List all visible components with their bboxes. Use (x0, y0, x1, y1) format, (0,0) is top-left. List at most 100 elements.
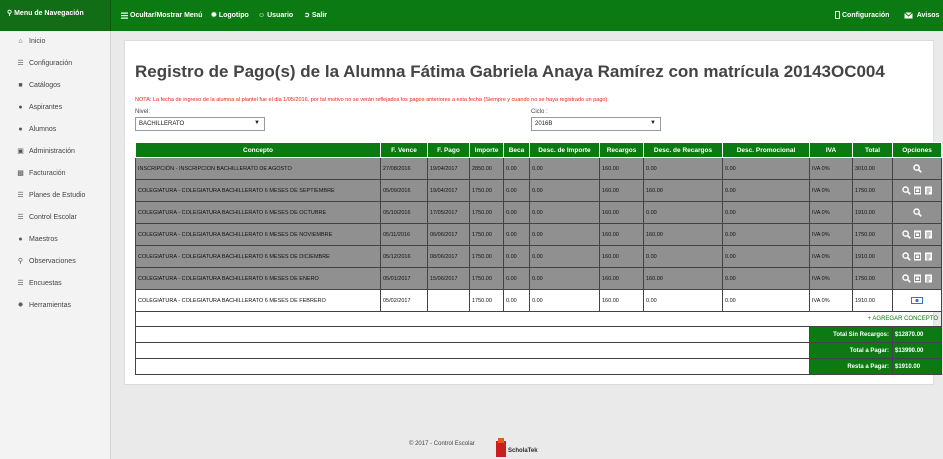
table-row: INSCRIPCIÓN - INSCRIPCION BACHILLERATO D… (135, 157, 942, 180)
cell-importe: 1750.00 (469, 289, 504, 312)
cell-importe: 1750.00 (469, 223, 504, 246)
sidebar-item-maestros[interactable]: ● Maestros (0, 229, 110, 251)
search-icon[interactable] (901, 186, 911, 195)
list-icon: ☰ (17, 192, 24, 199)
brand-label: Menu de Navegación (14, 10, 84, 17)
search-icon: ⚲ (17, 258, 24, 265)
admission-note: NOTA: La fecha de ingreso de la alumna a… (135, 97, 609, 103)
summary-value: $13990.00 (892, 342, 942, 359)
sidebar-item-catalogos[interactable]: ■ Catálogos (0, 75, 110, 97)
cell-vence: 05/01/2017 (380, 267, 428, 290)
cell-recargos: 160.00 (599, 179, 644, 202)
cell-beca: 0.00 (503, 223, 530, 246)
ciclo-select[interactable]: 2016B ▼ (531, 117, 661, 131)
usuario-button[interactable]: ☺ Usuario (258, 0, 293, 31)
sidebar-item-control-escolar[interactable]: ☰ Control Escolar (0, 207, 110, 229)
avisos-button[interactable]: Avisos (904, 0, 939, 31)
col-header: F. Vence (380, 142, 428, 158)
col-header: Desc. de Recargos (643, 142, 723, 158)
hamburger-icon (121, 12, 128, 19)
pdf-file-icon[interactable] (913, 186, 922, 195)
cell-desc-recargos: 0.00 (643, 201, 723, 224)
table-row: COLEGIATURA - COLEGIATURA BACHILLERATO 6… (135, 179, 942, 202)
sidebar-item-facturacion[interactable]: ▩ Facturación (0, 163, 110, 185)
cell-beca: 0.00 (503, 201, 530, 224)
xml-file-icon[interactable] (924, 186, 933, 195)
list-icon: ☰ (17, 280, 24, 287)
cell-vence: 05/09/2016 (380, 179, 428, 202)
cell-vence: 05/02/2017 (380, 289, 428, 312)
add-concept-button[interactable]: + AGREGAR CONCEPTO (868, 316, 938, 322)
search-icon[interactable] (912, 208, 922, 217)
sidebar-item-aspirantes[interactable]: ● Aspirantes (0, 97, 110, 119)
cell-total: 1750.00 (852, 223, 893, 246)
sidebar: ⌂ Inicio ☰ Configuración ■ Catálogos ● Aspir… (0, 31, 111, 459)
cell-vence: 05/11/2016 (380, 223, 428, 246)
envelope-icon (904, 11, 913, 19)
cell-desc-recargos: 160.00 (643, 267, 723, 290)
configuracion-button[interactable]: Configuración (835, 0, 889, 31)
nivel-select[interactable]: BACHILLERATO ▼ (135, 117, 265, 131)
col-header: Beca (503, 142, 530, 158)
sidebar-item-configuracion[interactable]: ☰ Configuración (0, 53, 110, 75)
logotipo-button[interactable]: ✹ Logotipo (211, 0, 249, 31)
nivel-label: Nivel: (135, 109, 151, 115)
sidebar-item-inicio[interactable]: ⌂ Inicio (0, 31, 110, 53)
cell-pago: 19/04/2017 (427, 157, 470, 180)
user-icon: ☺ (258, 12, 266, 19)
pay-money-icon[interactable] (911, 296, 923, 305)
cell-recargos: 160.00 (599, 245, 644, 268)
cell-vence: 27/08/2016 (380, 157, 428, 180)
cell-concepto: COLEGIATURA - COLEGIATURA BACHILLERATO 6… (135, 289, 381, 312)
search-icon[interactable] (901, 230, 911, 239)
salir-button[interactable]: ➲ Salir (304, 0, 327, 31)
toggle-menu-button[interactable]: Ocultar/Mostrar Menú (121, 0, 202, 31)
cell-desc-importe: 0.00 (529, 223, 600, 246)
cell-desc-importe: 0.00 (529, 267, 600, 290)
xml-file-icon[interactable] (924, 230, 933, 239)
cell-total: 3010.00 (852, 157, 893, 180)
cell-beca: 0.00 (503, 245, 530, 268)
cell-desc-importe: 0.00 (529, 157, 600, 180)
cell-total: 1910.00 (852, 289, 893, 312)
sidebar-item-administracion[interactable]: ▣ Administración (0, 141, 110, 163)
xml-file-icon[interactable] (924, 274, 933, 283)
nav-menu-brand[interactable]: ⚲ Menu de Navegación (0, 0, 111, 31)
search-icon[interactable] (901, 252, 911, 261)
cell-desc-recargos: 160.00 (643, 223, 723, 246)
cell-total: 1750.00 (852, 179, 893, 202)
col-header: Total (852, 142, 893, 158)
pdf-file-icon[interactable] (913, 274, 922, 283)
sidebar-item-encuestas[interactable]: ☰ Encuestas (0, 273, 110, 295)
cell-recargos: 160.00 (599, 267, 644, 290)
footer-copyright: © 2017 - Control Escolar (409, 441, 475, 447)
xml-file-icon[interactable] (924, 252, 933, 261)
cell-opciones (892, 245, 942, 268)
col-header: Concepto (135, 142, 381, 158)
search-icon[interactable] (901, 274, 911, 283)
cell-iva: IVA 0% (809, 267, 853, 290)
cell-beca: 0.00 (503, 157, 530, 180)
sidebar-item-herramientas[interactable]: ✹ Herramientas (0, 295, 110, 317)
cell-pago: 15/06/2017 (427, 267, 470, 290)
user-icon: ● (18, 104, 23, 111)
col-header: Opciones (892, 142, 942, 158)
table-row: COLEGIATURA - COLEGIATURA BACHILLERATO 6… (135, 201, 942, 224)
sidebar-item-observaciones[interactable]: ⚲ Observaciones (0, 251, 110, 273)
sidebar-item-alumnos[interactable]: ● Alumnos (0, 119, 110, 141)
users-icon: ● (18, 236, 23, 243)
pdf-file-icon[interactable] (913, 252, 922, 261)
pdf-file-icon[interactable] (913, 230, 922, 239)
cell-recargos: 160.00 (599, 201, 644, 224)
search-icon[interactable] (912, 164, 922, 173)
cell-importe: 1750.00 (469, 201, 504, 224)
cell-desc-recargos: 0.00 (643, 157, 723, 180)
sidebar-item-planes[interactable]: ☰ Planes de Estudio (0, 185, 110, 207)
cell-vence: 05/10/2016 (380, 201, 428, 224)
cell-total: 1910.00 (852, 201, 893, 224)
col-header: Importe (469, 142, 504, 158)
col-header: Desc. de Importe (529, 142, 600, 158)
content-panel: Registro de Pago(s) de la Alumna Fátima … (124, 40, 942, 385)
logo-text: ScholaTek (508, 448, 538, 454)
cell-desc-promo: 0.00 (722, 245, 810, 268)
